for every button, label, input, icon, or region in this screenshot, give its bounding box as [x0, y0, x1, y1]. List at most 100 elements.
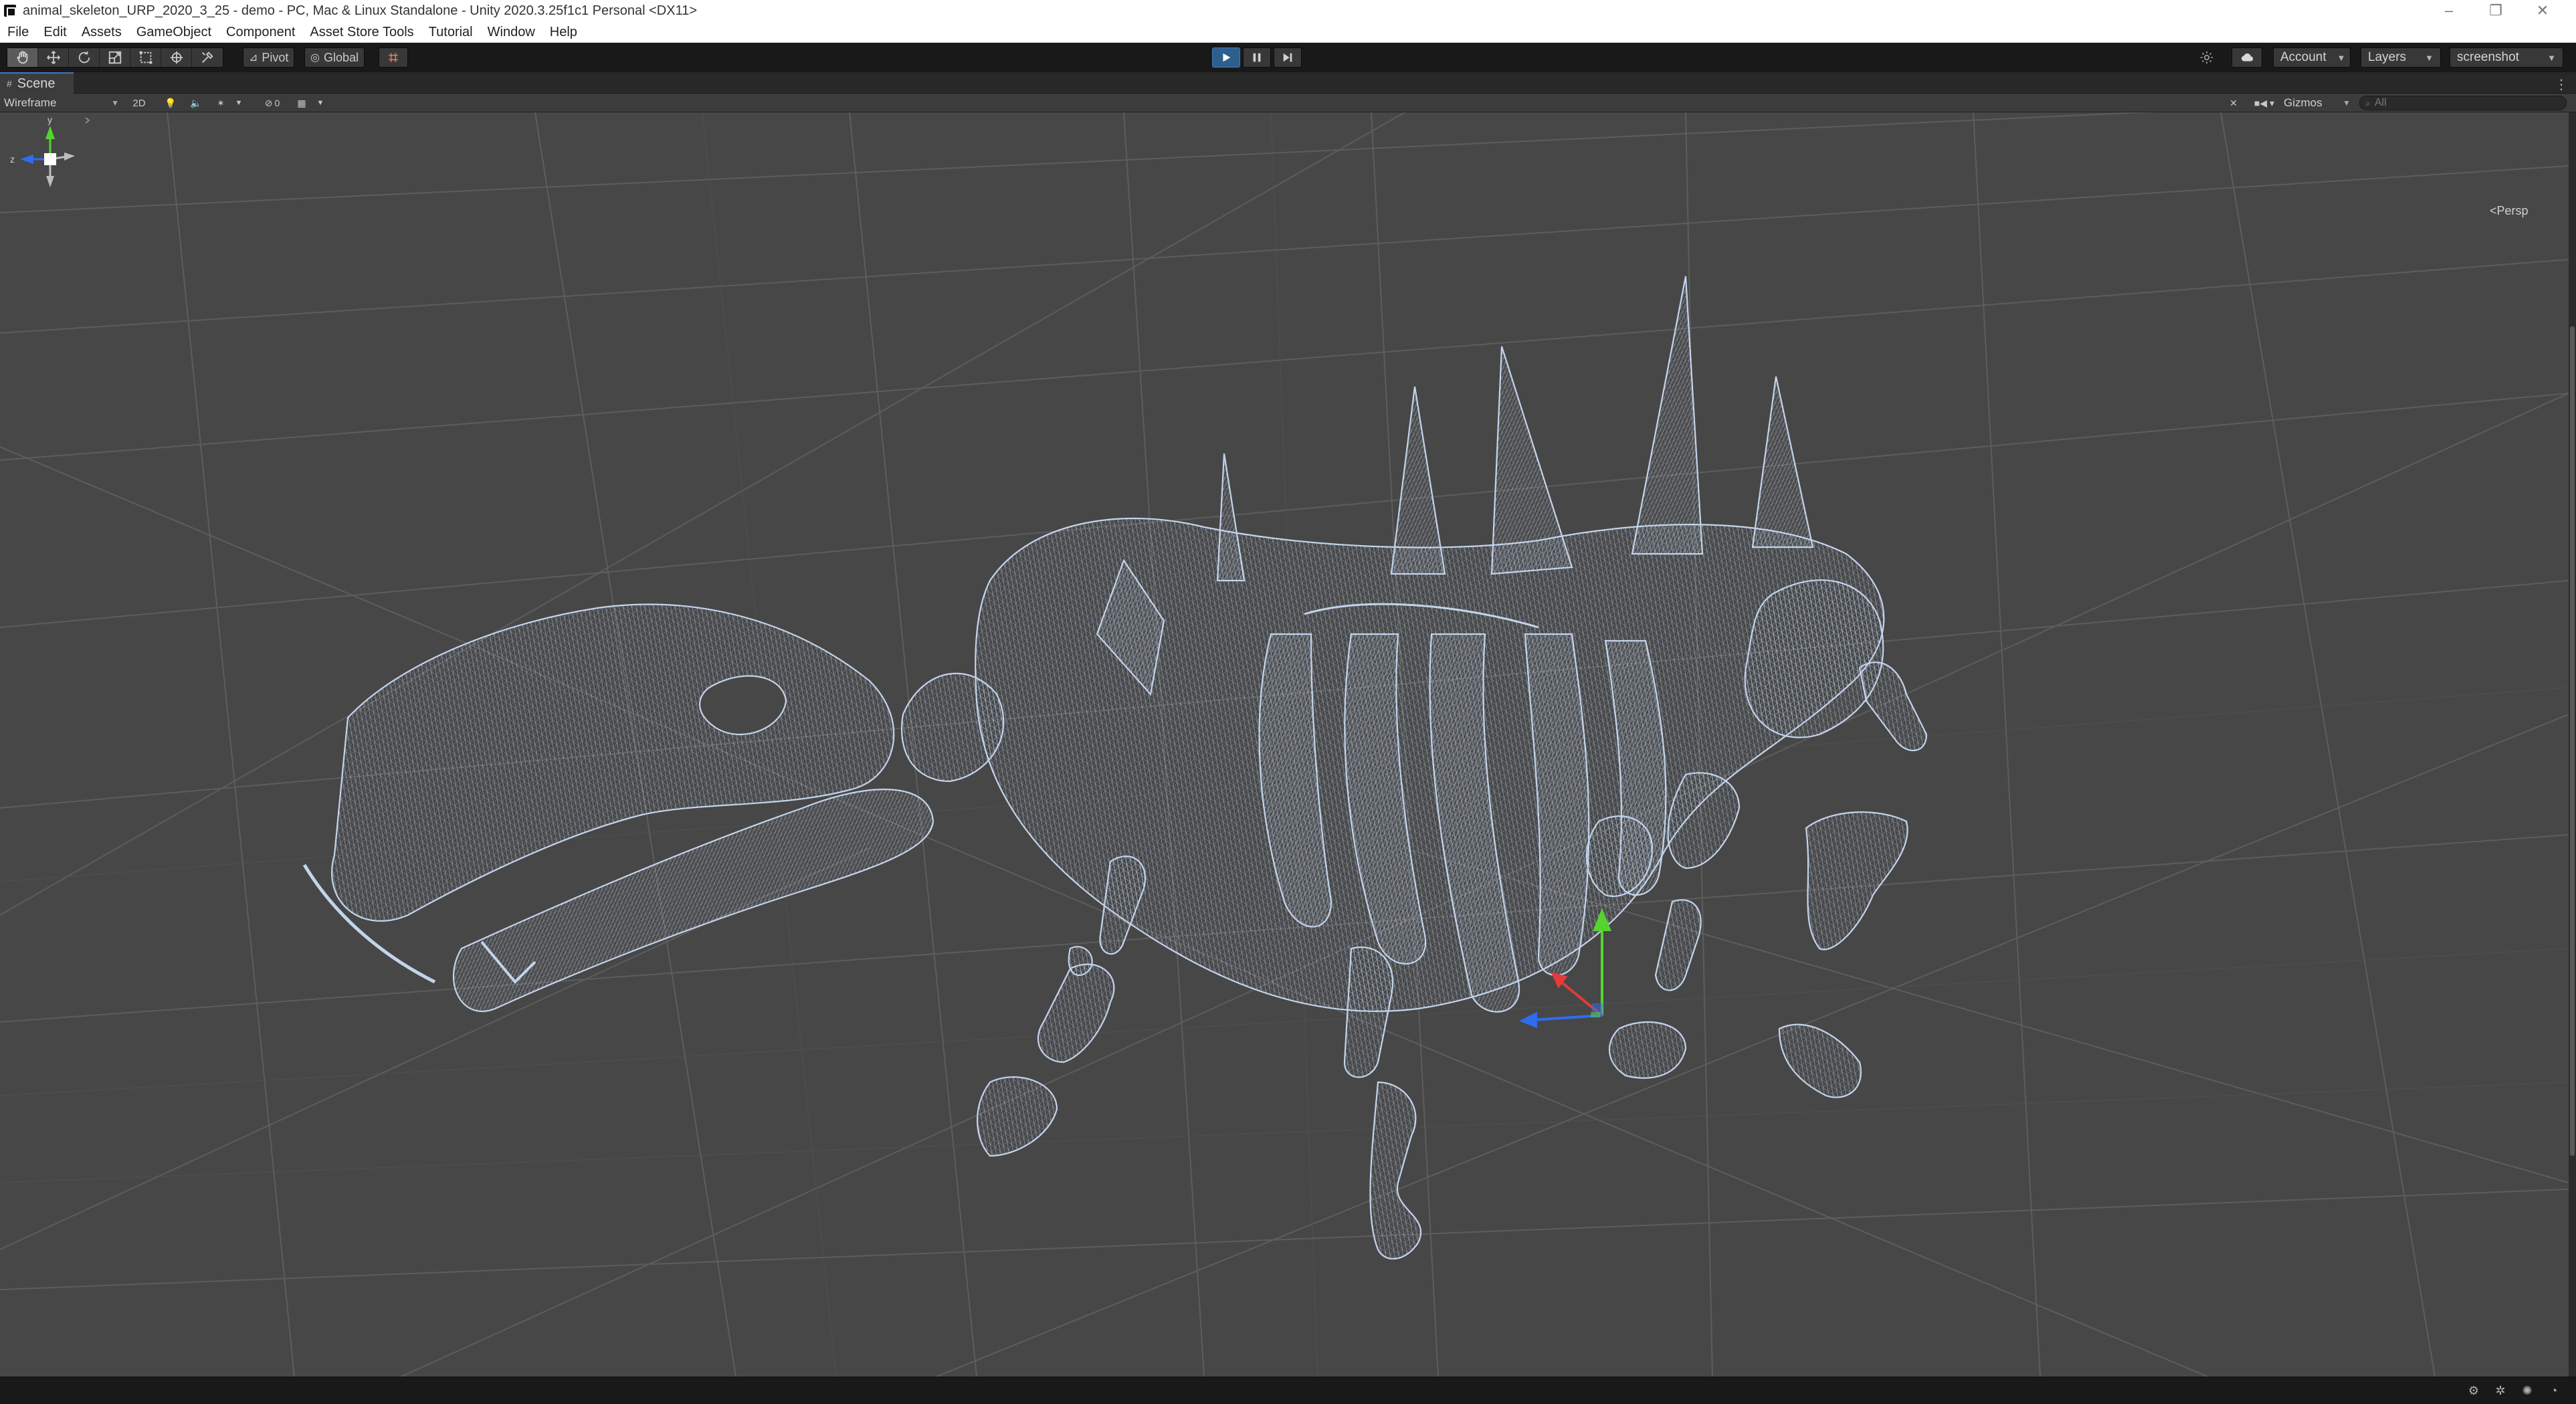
audio-toggle-icon[interactable]: 🔈 [185, 96, 207, 110]
chevron-down-icon: ▼ [111, 98, 119, 108]
close-button[interactable]: ✕ [2522, 0, 2563, 21]
main-toolbar: ⊿ Pivot ◎ Global Account ▼ Layers ▼ scre… [0, 43, 2576, 72]
menu-edit[interactable]: Edit [36, 21, 74, 43]
axis-label-z: z [10, 154, 15, 165]
transform-tools [7, 47, 223, 68]
rotate-tool-icon[interactable] [69, 48, 100, 67]
rear-toe-mesh [1778, 1023, 1862, 1098]
spine-mesh [1390, 386, 1446, 575]
bug-icon[interactable]: ✲ [2492, 1383, 2509, 1398]
hidden-objects-toggle[interactable]: ⊘ 0 [256, 96, 289, 110]
grid-snap-icon [389, 53, 398, 62]
rear-leg-joint-mesh [1805, 811, 1908, 950]
menu-tutorial[interactable]: Tutorial [421, 21, 480, 43]
effects-toggle-icon[interactable]: ✶ [211, 96, 230, 110]
spine-mesh [1216, 453, 1246, 582]
scene-canvas [0, 112, 2569, 1377]
right-scrollbar[interactable] [2569, 112, 2576, 1377]
spine-mesh [1631, 276, 1704, 555]
pivot-toggle[interactable]: ⊿ Pivot [243, 47, 295, 68]
custom-tool-icon[interactable] [192, 48, 223, 67]
scene-view-toolbar: Wireframe ▼ 2D 💡 🔈 ✶ ▼ ⊘ 0 ▦ ▼ ✕ ■◀ ▾ Gi… [0, 94, 2576, 112]
scene-viewport[interactable]: y z <Persp [0, 112, 2569, 1377]
shading-mode-label: Wireframe [4, 96, 57, 109]
orientation-gizmo[interactable]: y z [0, 112, 94, 219]
window-title: animal_skeleton_URP_2020_3_25 - demo - P… [23, 3, 698, 18]
scene-grid-icon: # [7, 78, 12, 89]
menu-assets[interactable]: Assets [74, 21, 129, 43]
chevron-down-icon: ▼ [2343, 98, 2351, 108]
scale-tool-icon[interactable] [100, 48, 130, 67]
collab-icon[interactable]: ⚙ [2465, 1383, 2482, 1398]
window-title-bar: animal_skeleton_URP_2020_3_25 - demo - P… [0, 0, 2576, 21]
unity-logo-icon [4, 5, 16, 17]
tab-scene-label: Scene [17, 76, 56, 91]
chevron-down-icon[interactable]: ▼ [314, 96, 326, 110]
menu-bar: File Edit Assets GameObject Component As… [0, 21, 2576, 43]
layers-dropdown[interactable]: Layers ▼ [2361, 47, 2441, 68]
pause-icon [1253, 53, 1261, 62]
menu-gameobject[interactable]: GameObject [129, 21, 219, 43]
persp-label: Persp [2496, 204, 2529, 217]
hidden-count: 0 [274, 98, 280, 108]
step-icon [1283, 53, 1292, 62]
scene-search-input[interactable]: ⌕ All [2359, 96, 2567, 110]
globe-icon: ◎ [310, 52, 320, 64]
transform-tool-icon[interactable] [161, 48, 192, 67]
menu-file[interactable]: File [0, 21, 36, 43]
spine-mesh [1751, 376, 1814, 548]
auto-generate-lighting-icon[interactable]: ✺ [2518, 1383, 2536, 1398]
gear-icon [2200, 51, 2213, 64]
step-button[interactable] [1274, 47, 1302, 68]
global-toggle[interactable]: ◎ Global [304, 47, 365, 68]
search-icon: ⌕ [2365, 97, 2371, 108]
status-bar: ⚙ ✲ ✺ ◔ [0, 1377, 2576, 1404]
menu-asset-store-tools[interactable]: Asset Store Tools [302, 21, 421, 43]
front-paw-mesh [977, 1076, 1058, 1157]
pause-button[interactable] [1243, 47, 1271, 68]
layout-dropdown[interactable]: screenshot ▼ [2450, 47, 2563, 68]
chevron-down-icon: ▼ [2547, 52, 2556, 63]
minimize-button[interactable]: – [2429, 0, 2469, 21]
tab-menu-icon[interactable]: ⋮ [2555, 76, 2568, 93]
layers-label: Layers [2368, 50, 2407, 64]
restore-button[interactable]: ❐ [2476, 0, 2516, 21]
grid-toggle-icon[interactable]: ▦ [292, 96, 312, 110]
rect-tool-icon[interactable] [130, 48, 161, 67]
tools-toggle-icon[interactable]: ✕ [2223, 96, 2244, 110]
tail-mesh [1858, 662, 1928, 751]
projection-toggle[interactable]: <Persp [2490, 204, 2529, 218]
settings-button[interactable] [2193, 47, 2220, 68]
menu-component[interactable]: Component [219, 21, 302, 43]
hand-tool-icon[interactable] [7, 48, 38, 67]
skeleton-wireframe [302, 276, 1928, 1260]
chevron-down-icon[interactable]: ▼ [233, 96, 245, 110]
scene-search-placeholder: All [2374, 97, 2387, 108]
progress-check-icon[interactable]: ◔ [2545, 1383, 2563, 1398]
move-tool-icon[interactable] [38, 48, 69, 67]
axis-label-y: y [47, 114, 52, 125]
scene-tab-bar: # Scene ⋮ [0, 72, 2576, 94]
rear-paw-mesh [1609, 1021, 1687, 1079]
lighting-toggle-icon[interactable]: 💡 [161, 96, 181, 110]
tab-scene[interactable]: # Scene [0, 72, 74, 94]
2d-toggle[interactable]: 2D [126, 96, 153, 110]
pivot-icon: ⊿ [249, 52, 258, 64]
account-label: Account [2280, 50, 2326, 64]
grid-snap-button[interactable] [379, 47, 408, 68]
rear-leg-lower-mesh [1654, 899, 1702, 991]
playback-controls [1212, 47, 1302, 68]
menu-help[interactable]: Help [542, 21, 585, 43]
account-dropdown[interactable]: Account ▼ [2273, 47, 2351, 68]
cloud-button[interactable] [2232, 47, 2262, 68]
chevron-down-icon: ▼ [2337, 52, 2346, 63]
camera-settings-icon[interactable]: ■◀ ▾ [2249, 96, 2280, 110]
shading-mode-dropdown[interactable]: Wireframe ▼ [4, 95, 119, 111]
middle-paw-mesh [1369, 1081, 1422, 1260]
hidden-eye-icon: ⊘ [264, 97, 273, 108]
menu-window[interactable]: Window [480, 21, 542, 43]
play-button[interactable] [1212, 47, 1240, 68]
scrollbar-thumb[interactable] [2570, 326, 2575, 1156]
gizmos-dropdown[interactable]: Gizmos ▼ [2284, 95, 2351, 111]
front-leg-lower-mesh [1037, 963, 1115, 1064]
